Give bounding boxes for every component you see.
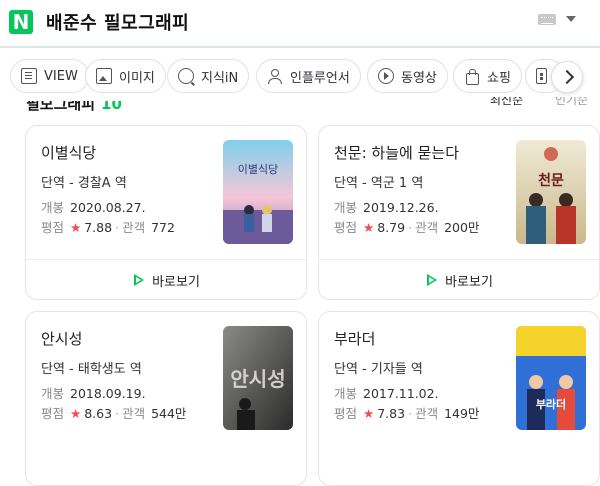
audience-label: 관객: [122, 406, 146, 421]
poster-title: 안시성: [230, 367, 285, 391]
release-label: 개봉: [41, 200, 65, 215]
movie-release: 개봉 2020.08.27.: [41, 197, 146, 216]
release-date: 2019.12.26.: [363, 200, 439, 215]
watch-button[interactable]: 바로보기: [26, 259, 306, 299]
release-date: 2018.09.19.: [70, 386, 146, 401]
movie-card[interactable]: 이별식당 단역 - 경찰A 역 개봉 2020.08.27. 평점 ★ 7.88 · 관객…: [25, 125, 307, 300]
movie-card[interactable]: 부라더 단역 - 기자들 역 개봉 2017.11.02. 평점 ★ 7.83 · 관객 1…: [318, 311, 600, 486]
poster-title: 이별식당: [238, 163, 278, 176]
movie-role: 단역 - 경찰A 역: [41, 176, 127, 191]
tab-label: VIEW: [44, 68, 78, 84]
release-label: 개봉: [41, 386, 65, 401]
movie-poster[interactable]: 안시성: [223, 326, 293, 430]
tabs-next-button[interactable]: [551, 61, 583, 93]
rating-value: 8.63: [84, 406, 113, 421]
movie-title[interactable]: 이별식당: [41, 142, 96, 163]
influencer-icon: [267, 68, 283, 84]
rating-label: 평점: [41, 406, 65, 421]
audience-value: 149만: [444, 406, 480, 421]
release-label: 개봉: [334, 386, 358, 401]
movie-title[interactable]: 부라더: [334, 328, 375, 349]
star-icon: ★: [70, 406, 82, 421]
release-date: 2020.08.27.: [70, 200, 146, 215]
rating-value: 8.79: [377, 220, 406, 235]
movie-role: 단역 - 역군 1 역: [334, 176, 424, 191]
movie-poster[interactable]: 천문: [516, 140, 586, 244]
movie-title[interactable]: 천문: 하늘에 묻는다: [334, 142, 459, 163]
star-icon: ★: [363, 406, 375, 421]
rating-label: 평점: [41, 220, 65, 235]
poster-title: 부라더: [536, 397, 566, 411]
movie-card[interactable]: 천문: 하늘에 묻는다 단역 - 역군 1 역 개봉 2019.12.26. 평점…: [318, 125, 600, 300]
tab-view[interactable]: VIEW: [10, 59, 89, 93]
search-tabs: VIEW 이미지 지식iN 인플루언서 동영상 쇼핑: [0, 50, 600, 102]
search-header: N 배준수 필모그래피: [0, 0, 600, 48]
image-icon: [96, 68, 112, 84]
naver-logo[interactable]: N: [9, 10, 33, 34]
movie-release: 개봉 2017.11.02.: [334, 383, 439, 402]
tab-kin[interactable]: 지식iN: [167, 59, 250, 93]
view-icon: [21, 68, 37, 84]
watch-label: 바로보기: [445, 274, 493, 290]
audience-label: 관객: [415, 220, 439, 235]
tab-influencer[interactable]: 인플루언서: [256, 59, 361, 93]
movie-release: 개봉 2019.12.26.: [334, 197, 439, 216]
rating-value: 7.88: [84, 220, 113, 235]
movie-rating: 평점 ★ 8.79 · 관객 200만: [334, 220, 480, 235]
kin-icon: [178, 68, 194, 84]
audience-label: 관객: [122, 220, 146, 235]
play-icon: [132, 273, 146, 288]
audience-value: 200만: [444, 220, 480, 235]
tab-image[interactable]: 이미지: [85, 59, 166, 93]
star-icon: ★: [363, 220, 375, 235]
poster-title: 천문: [538, 173, 564, 189]
watch-button[interactable]: 바로보기: [319, 259, 599, 299]
search-query[interactable]: 배준수 필모그래피: [46, 9, 189, 35]
release-label: 개봉: [334, 200, 358, 215]
movie-role: 단역 - 기자들 역: [334, 362, 423, 377]
movie-title[interactable]: 안시성: [41, 328, 82, 349]
rating-label: 평점: [334, 220, 358, 235]
rating-value: 7.83: [377, 406, 406, 421]
tab-label: 쇼핑: [487, 70, 511, 86]
movie-role: 단역 - 태학생도 역: [41, 362, 142, 377]
tab-label: 이미지: [119, 70, 155, 86]
shopping-icon: [464, 68, 480, 85]
tab-shopping[interactable]: 쇼핑: [453, 59, 522, 93]
movie-rating: 평점 ★ 7.83 · 관객 149만: [334, 406, 480, 421]
tab-label: 동영상: [401, 70, 437, 86]
tab-label: 인플루언서: [290, 70, 350, 86]
movie-poster[interactable]: 이별식당: [223, 140, 293, 244]
caret-down-icon[interactable]: [566, 16, 576, 22]
rating-label: 평점: [334, 406, 358, 421]
audience-value: 544만: [151, 406, 187, 421]
movie-poster[interactable]: 부라더: [516, 326, 586, 430]
movie-rating: 평점 ★ 8.63 · 관객 544만: [41, 406, 187, 421]
keyboard-icon[interactable]: [538, 14, 556, 25]
star-icon: ★: [70, 220, 82, 235]
movie-rating: 평점 ★ 7.88 · 관객 772: [41, 220, 175, 235]
tab-video[interactable]: 동영상: [367, 59, 448, 93]
audience-value: 772: [151, 220, 175, 235]
tab-label: 지식iN: [201, 70, 239, 86]
movie-release: 개봉 2018.09.19.: [41, 383, 146, 402]
watch-label: 바로보기: [152, 274, 200, 290]
video-icon: [378, 68, 394, 84]
audience-label: 관객: [415, 406, 439, 421]
play-icon: [425, 273, 439, 288]
release-date: 2017.11.02.: [363, 386, 439, 401]
more-tab-icon: [536, 68, 547, 84]
movie-card[interactable]: 안시성 단역 - 태학생도 역 개봉 2018.09.19. 평점 ★ 8.63 · 관객…: [25, 311, 307, 486]
